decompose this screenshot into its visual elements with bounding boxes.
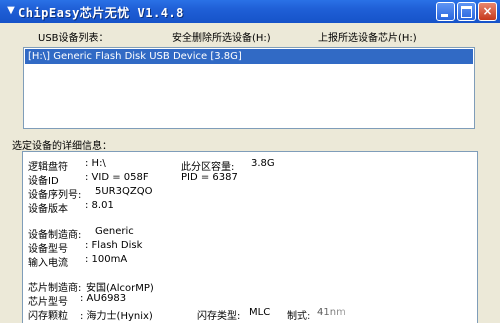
serial-label: 设备序列号: (28, 190, 82, 201)
manufacturer-label: 设备制造商: (28, 230, 82, 241)
model-value: : Flash Disk (85, 240, 143, 251)
flash-label: 闪存颗粒 (28, 311, 68, 322)
maximize-icon (458, 3, 475, 20)
chip-model-value: : AU6983 (80, 293, 127, 304)
drive-letter-label: 逻辑盘符 (28, 162, 68, 173)
device-details-panel: 逻辑盘符 : H:\ 此分区容量: 3.8G 设备ID : VID = 058F… (22, 151, 478, 323)
pid-value: PID = 6387 (181, 172, 238, 183)
screenshot-fade (296, 300, 406, 323)
chip-maker-value: 安国(AlcorMP) (86, 283, 154, 294)
device-list-label: USB设备列表： (38, 33, 109, 44)
current-value: : 100mA (85, 254, 128, 265)
version-value: : 8.01 (85, 200, 114, 211)
chip-model-label: 芯片型号 (28, 297, 68, 308)
device-list-item[interactable]: [H:\] Generic Flash Disk USB Device [3.8… (25, 49, 473, 64)
flash-type-value: MLC (249, 307, 271, 318)
drive-letter-value: : H:\ (85, 158, 106, 169)
flash-type-label: 闪存类型: (197, 311, 241, 322)
manufacturer-value: Generic (95, 226, 134, 237)
report-chip-button[interactable]: 上报所选设备芯片(H:) (318, 29, 417, 44)
flash-value: : 海力士(Hynix) (80, 311, 153, 322)
close-icon: × (482, 4, 493, 18)
close-button[interactable]: × (478, 2, 497, 21)
minimize-button[interactable] (436, 2, 455, 21)
device-id-label: 设备ID (28, 176, 59, 187)
current-label: 输入电流 (28, 258, 68, 269)
title-bar[interactable]: ▼ ChipEasy芯片无忧 V1.4.8 × (0, 0, 500, 23)
capacity-value: 3.8G (251, 158, 275, 169)
serial-value: 5UR3QZQO (95, 186, 153, 197)
window-edge (478, 151, 500, 323)
version-label: 设备版本 (28, 204, 68, 215)
model-label: 设备型号 (28, 244, 68, 255)
app-window: ▼ ChipEasy芯片无忧 V1.4.8 × USB设备列表： 安全删除所选设… (0, 0, 500, 323)
maximize-button[interactable] (457, 2, 476, 21)
details-heading: 选定设备的详细信息： (12, 141, 112, 152)
capacity-label: 此分区容量: (181, 162, 235, 173)
safe-remove-button[interactable]: 安全删除所选设备(H:) (172, 29, 271, 44)
minimize-icon (437, 3, 454, 20)
device-list[interactable]: [H:\] Generic Flash Disk USB Device [3.8… (23, 47, 475, 129)
vid-value: : VID = 058F (85, 172, 149, 183)
chip-maker-label: 芯片制造商: (28, 283, 82, 294)
system-menu-icon[interactable]: ▼ (5, 5, 17, 17)
window-title: ChipEasy芯片无忧 V1.4.8 (18, 6, 184, 20)
